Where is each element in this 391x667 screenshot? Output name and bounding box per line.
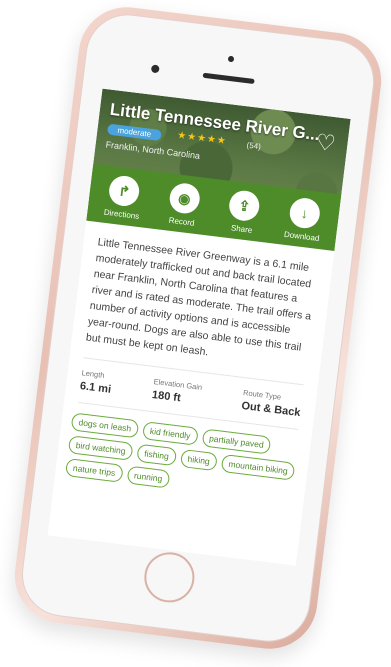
camera-icon bbox=[227, 55, 235, 63]
tag-chip[interactable]: fishing bbox=[136, 443, 177, 467]
tag-chip[interactable]: hiking bbox=[179, 448, 218, 472]
app-screen: Little Tennessee River G... ♡ moderate ★… bbox=[47, 88, 351, 566]
trail-location: Franklin, North Carolina bbox=[105, 139, 201, 161]
tag-chip[interactable]: mountain biking bbox=[220, 453, 296, 481]
tag-chip[interactable]: dogs on leash bbox=[70, 412, 140, 439]
stat-length: Length 6.1 mi bbox=[79, 368, 113, 396]
difficulty-badge: moderate bbox=[106, 123, 162, 142]
directions-button[interactable]: ↱ Directions bbox=[93, 173, 154, 223]
share-icon: ⇪ bbox=[227, 189, 262, 223]
directions-label: Directions bbox=[103, 207, 140, 221]
tag-chip[interactable]: kid friendly bbox=[141, 421, 199, 446]
stat-length-label: Length bbox=[81, 368, 106, 380]
stat-elevation: Elevation Gain 180 ft bbox=[151, 377, 202, 407]
tag-chip[interactable]: nature trips bbox=[64, 458, 124, 483]
directions-icon: ↱ bbox=[107, 174, 142, 208]
speaker-grille bbox=[202, 72, 255, 85]
phone-face: Little Tennessee River G... ♡ moderate ★… bbox=[17, 9, 379, 647]
review-count[interactable]: (54) bbox=[246, 141, 261, 152]
tag-chip[interactable]: running bbox=[126, 465, 171, 489]
phone-frame: Little Tennessee River G... ♡ moderate ★… bbox=[9, 1, 387, 655]
download-icon: ↓ bbox=[287, 196, 322, 230]
home-button[interactable] bbox=[141, 549, 198, 606]
favorite-heart-icon[interactable]: ♡ bbox=[314, 129, 337, 157]
tag-chip[interactable]: partially paved bbox=[201, 428, 272, 455]
tag-chip[interactable]: bird watching bbox=[67, 435, 134, 461]
record-label: Record bbox=[168, 215, 195, 228]
record-button[interactable]: ◉ Record bbox=[153, 180, 214, 230]
share-button[interactable]: ⇪ Share bbox=[213, 187, 274, 237]
stat-elevation-value: 180 ft bbox=[151, 388, 182, 405]
stat-route: Route Type Out & Back bbox=[241, 388, 303, 419]
download-button[interactable]: ↓ Download bbox=[273, 195, 334, 245]
stat-length-value: 6.1 mi bbox=[79, 380, 112, 396]
sensor-icon bbox=[150, 64, 160, 74]
download-label: Download bbox=[283, 229, 320, 244]
record-icon: ◉ bbox=[167, 181, 202, 216]
share-label: Share bbox=[230, 223, 253, 235]
